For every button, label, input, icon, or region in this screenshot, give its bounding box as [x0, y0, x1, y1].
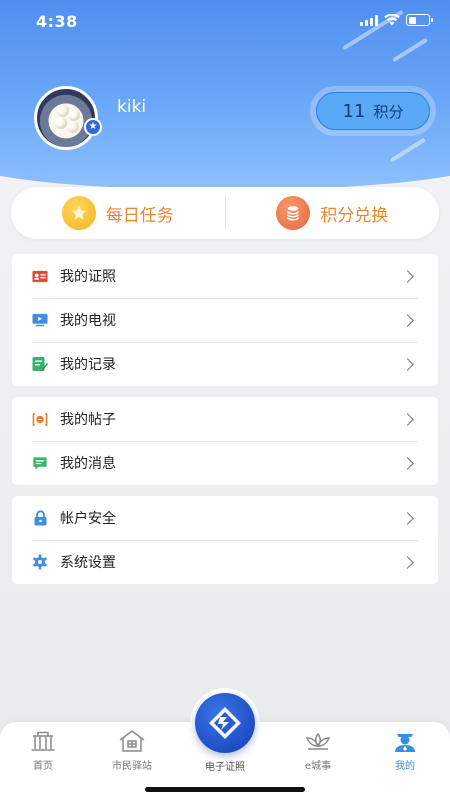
username: kiki [117, 97, 147, 117]
menu-item-my-records[interactable]: 我的记录 [12, 342, 438, 386]
lotus-icon [304, 728, 332, 754]
menu-item-my-posts[interactable]: 我的帖子 [12, 397, 438, 441]
e-license-logo-icon [209, 707, 241, 739]
tab-label: e城事 [304, 761, 332, 772]
menu-label: 我的记录 [60, 357, 116, 373]
my-page-screen: 4:38 ★ kiki 11 积分 每日任务 积分兑换 我的证照 我的电视 我的… [0, 0, 450, 800]
points-value: 11 [342, 100, 366, 122]
chevron-right-icon [401, 313, 414, 327]
menu-item-account-security[interactable]: 帐户安全 [12, 496, 438, 540]
tab-e-city[interactable]: e城事 [283, 722, 353, 778]
chevron-right-icon [401, 555, 414, 569]
menu-item-my-licenses[interactable]: 我的证照 [12, 254, 438, 298]
house-icon [118, 728, 146, 754]
menu-label: 帐户安全 [60, 511, 116, 527]
post-icon [32, 411, 48, 427]
home-indicator [145, 787, 305, 792]
status-time: 4:38 [36, 12, 78, 31]
menu-label: 我的电视 [60, 313, 116, 329]
person-icon [392, 728, 418, 754]
points-exchange-button[interactable]: 积分兑换 [226, 187, 440, 239]
wifi-icon [384, 14, 400, 26]
chevron-right-icon [401, 412, 414, 426]
tab-label: 我的 [395, 761, 415, 772]
daily-tasks-label: 每日任务 [105, 205, 174, 226]
tab-citizen-station[interactable]: 市民驿站 [97, 722, 167, 778]
menu-label: 我的证照 [60, 269, 116, 285]
gear-icon [32, 554, 48, 570]
tv-icon [32, 312, 48, 328]
chevron-right-icon [401, 456, 414, 470]
e-license-label: 电子证照 [205, 762, 245, 773]
battery-icon [406, 14, 433, 26]
e-license-center-button[interactable] [195, 693, 255, 753]
star-badge-icon: ★ [84, 118, 102, 136]
lock-icon [32, 510, 48, 526]
home-building-icon [30, 728, 56, 754]
message-icon [32, 455, 48, 471]
status-bar: 4:38 [0, 0, 450, 44]
chevron-right-icon [401, 357, 414, 371]
points-unit: 积分 [373, 102, 404, 121]
star-icon [61, 196, 96, 230]
tab-label: 首页 [33, 761, 53, 772]
menu-label: 我的帖子 [60, 412, 116, 428]
tab-mine[interactable]: 我的 [370, 722, 440, 778]
menu-card-social: 我的帖子 我的消息 [12, 397, 438, 485]
id-card-icon [32, 268, 48, 284]
daily-tasks-button[interactable]: 每日任务 [11, 187, 225, 239]
coins-icon [276, 196, 311, 230]
menu-item-my-messages[interactable]: 我的消息 [12, 441, 438, 485]
quick-actions-bar: 每日任务 积分兑换 [11, 187, 439, 239]
points-pill[interactable]: 11 积分 [310, 86, 436, 136]
menu-item-my-tv[interactable]: 我的电视 [12, 298, 438, 342]
chevron-right-icon [401, 511, 414, 525]
record-icon [32, 356, 48, 372]
menu-card-records: 我的证照 我的电视 我的记录 [12, 254, 438, 386]
chevron-right-icon [401, 269, 414, 283]
menu-card-settings: 帐户安全 系统设置 [12, 496, 438, 584]
tab-label: 市民驿站 [112, 761, 152, 772]
menu-label: 系统设置 [60, 555, 116, 571]
cellular-signal-icon [360, 14, 378, 26]
tab-home[interactable]: 首页 [8, 722, 78, 778]
points-exchange-label: 积分兑换 [320, 205, 389, 226]
menu-item-system-settings[interactable]: 系统设置 [12, 540, 438, 584]
menu-label: 我的消息 [60, 456, 116, 472]
